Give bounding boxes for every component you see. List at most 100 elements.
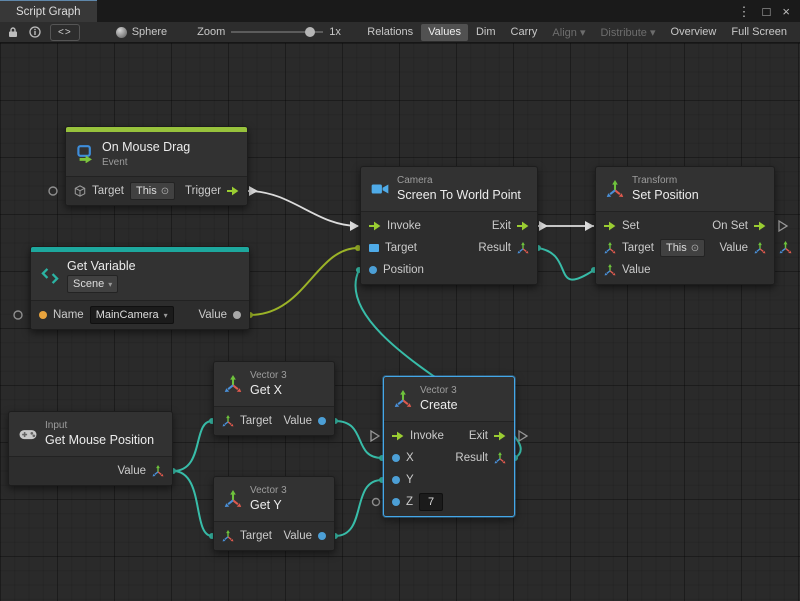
vector3-port-icon[interactable]	[517, 242, 529, 254]
value-port-dot[interactable]	[318, 532, 326, 540]
distribute-dropdown[interactable]: Distribute ▾	[593, 24, 662, 41]
vector3-icon	[224, 375, 242, 393]
node-title: Create	[420, 398, 458, 412]
port-position-label: Position	[383, 264, 424, 276]
name-port-dot[interactable]	[39, 311, 47, 319]
node-title: Get X	[250, 383, 287, 397]
node-on-mouse-drag[interactable]: On Mouse Drag Event Target This ⊙ Trigge…	[65, 126, 248, 206]
carry-button[interactable]: Carry	[504, 24, 545, 41]
node-get-x[interactable]: Vector 3 Get X Target Value	[213, 361, 335, 436]
info-icon[interactable]	[28, 25, 42, 39]
close-icon[interactable]: ×	[782, 5, 790, 18]
zoom-slider[interactable]	[231, 26, 323, 38]
sphere-icon	[116, 27, 127, 38]
port-target-label: Target	[622, 242, 654, 254]
align-dropdown[interactable]: Align ▾	[545, 24, 592, 41]
node-kind: Input	[45, 420, 154, 431]
position-port-dot[interactable]	[369, 266, 377, 274]
vector3-port-icon[interactable]	[754, 242, 766, 254]
port-name-label: Name	[53, 309, 84, 321]
node-set-position[interactable]: Transform Set Position Set On Set Target	[595, 166, 775, 285]
port-value-label: Value	[283, 415, 312, 427]
vector3-port-icon[interactable]	[604, 242, 616, 254]
tab-script-graph[interactable]: Script Graph	[0, 0, 97, 22]
zoom-control: Zoom 1x	[197, 26, 341, 38]
node-get-y[interactable]: Vector 3 Get Y Target Value	[213, 476, 335, 551]
maximize-icon[interactable]: □	[763, 5, 771, 18]
port-target-label: Target	[240, 530, 272, 542]
port-result-label: Result	[455, 452, 488, 464]
flow-arrow-icon[interactable]	[494, 430, 506, 442]
graph-canvas[interactable]: On Mouse Drag Event Target This ⊙ Trigge…	[0, 43, 800, 601]
variable-scope-dropdown[interactable]: Scene ▾	[67, 275, 118, 293]
zoom-value: 1x	[329, 26, 341, 38]
vector3-port-icon[interactable]	[222, 530, 234, 542]
port-z-label: Z	[406, 496, 413, 508]
zoom-slider-handle[interactable]	[305, 27, 315, 37]
relations-button[interactable]: Relations	[360, 24, 420, 41]
flow-arrow-icon[interactable]	[754, 220, 766, 232]
window-menu-icon[interactable]: ⋮	[738, 5, 751, 18]
vector3-port-icon[interactable]	[222, 415, 234, 427]
value-port-xyz-icon[interactable]	[779, 241, 792, 254]
full-screen-button[interactable]: Full Screen	[724, 24, 794, 41]
port-value-label: Value	[283, 530, 312, 542]
node-get-mouse-position[interactable]: Input Get Mouse Position Value	[8, 411, 173, 486]
camera-icon	[371, 180, 389, 198]
target-this-chip[interactable]: This ⊙	[660, 239, 705, 257]
node-kind: Vector 3	[420, 385, 458, 396]
port-result-label: Result	[478, 242, 511, 254]
this-target-icon: ⊙	[691, 243, 699, 254]
chevron-down-icon: ▾	[164, 311, 168, 320]
port-value-out-label: Value	[719, 242, 748, 254]
chevron-down-icon: ▾	[108, 280, 112, 289]
port-x-label: X	[406, 452, 414, 464]
variable-icon	[41, 267, 59, 285]
variable-name-field[interactable]: MainCamera ▾	[90, 306, 174, 324]
target-this-chip[interactable]: This ⊙	[130, 182, 175, 200]
port-on-set-label: On Set	[712, 220, 748, 232]
flow-arrow-icon[interactable]	[604, 220, 616, 232]
tab-title: Script Graph	[16, 6, 81, 18]
graph-target[interactable]: Sphere	[116, 26, 167, 38]
code-view-button[interactable]: <>	[50, 24, 80, 41]
port-value-label: Value	[198, 309, 227, 321]
dim-button[interactable]: Dim	[469, 24, 503, 41]
vector3-port-icon[interactable]	[152, 465, 164, 477]
node-title: Get Y	[250, 498, 287, 512]
node-subtitle: Event	[102, 157, 190, 168]
vector3-icon	[224, 490, 242, 508]
values-button[interactable]: Values	[421, 24, 468, 41]
toolbar-buttons: Relations Values Dim Carry Align ▾ Distr…	[360, 24, 794, 41]
vector3-port-icon[interactable]	[494, 452, 506, 464]
node-kind: Vector 3	[250, 370, 287, 381]
port-y-label: Y	[406, 474, 414, 486]
node-screen-to-world-point[interactable]: Camera Screen To World Point Invoke Exit…	[360, 166, 538, 285]
z-value-field[interactable]: 7	[419, 493, 443, 511]
value-port-dot[interactable]	[318, 417, 326, 425]
port-exit-label: Exit	[492, 220, 511, 232]
value-port-dot[interactable]	[233, 311, 241, 319]
vector3-port-icon[interactable]	[604, 264, 616, 276]
code-icon: <>	[58, 27, 72, 38]
flow-arrow-icon[interactable]	[227, 185, 239, 197]
node-get-variable[interactable]: Get Variable Scene ▾ Name MainCamera ▾	[30, 246, 250, 330]
node-title: Screen To World Point	[397, 188, 521, 202]
lock-icon[interactable]	[6, 25, 20, 39]
flow-arrow-icon[interactable]	[517, 220, 529, 232]
flow-arrow-icon[interactable]	[392, 430, 404, 442]
flow-arrow-icon[interactable]	[369, 220, 381, 232]
port-set-label: Set	[622, 220, 639, 232]
cube-icon[interactable]	[74, 185, 86, 197]
overview-button[interactable]: Overview	[664, 24, 724, 41]
camera-type-port-icon[interactable]	[369, 244, 379, 252]
y-port-dot[interactable]	[392, 476, 400, 484]
node-vector3-create[interactable]: Vector 3 Create Invoke Exit X	[383, 376, 515, 517]
node-title: On Mouse Drag	[102, 140, 190, 154]
port-value-in-label: Value	[622, 264, 651, 276]
node-title: Get Variable	[67, 259, 136, 273]
x-port-dot[interactable]	[392, 454, 400, 462]
port-trigger-label: Trigger	[185, 185, 221, 197]
z-port-dot[interactable]	[392, 498, 400, 506]
port-invoke-label: Invoke	[410, 430, 444, 442]
